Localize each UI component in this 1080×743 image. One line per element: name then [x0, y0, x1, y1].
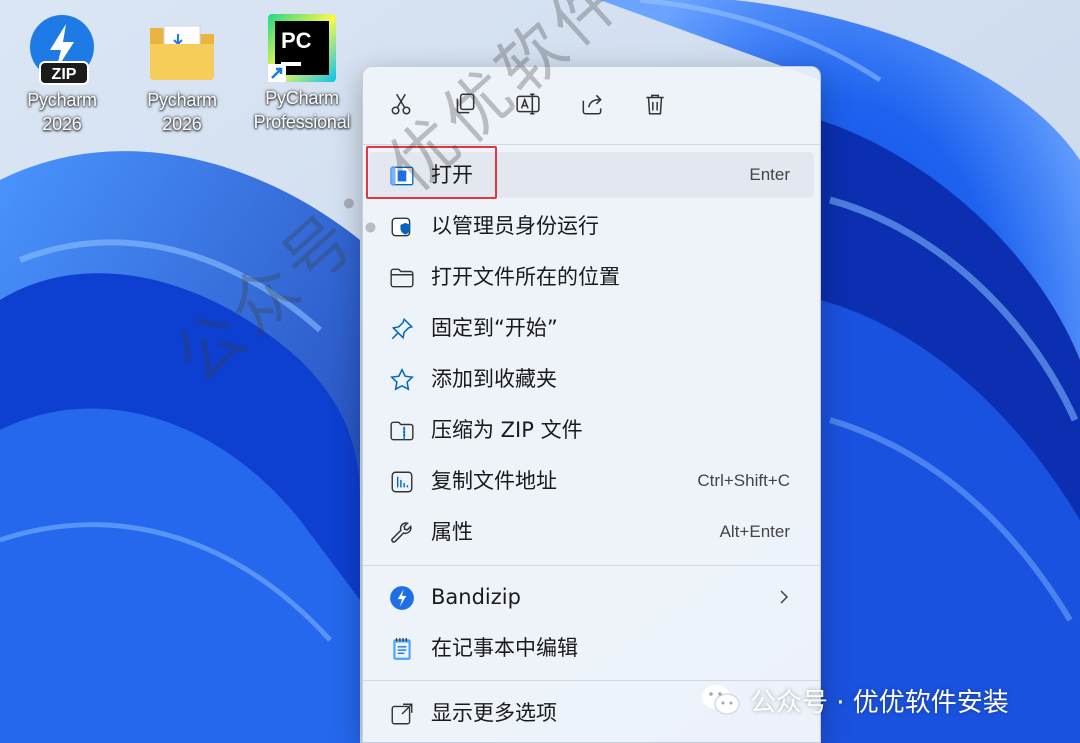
menu-item-label: 显示更多选项 [431, 701, 557, 725]
menu-item-label: 压缩为 ZIP 文件 [431, 418, 583, 442]
watermark-bottom: 公众号 · 优优软件安装 [700, 680, 1009, 720]
rename-icon [516, 93, 540, 115]
menu-item-shortcut: Ctrl+Shift+C [697, 471, 790, 490]
desktop-icon-label: PyCharm Professional [253, 88, 351, 132]
desktop-icon-label: Pycharm 2026 [147, 90, 217, 134]
desktop-icon-pycharm-folder[interactable]: Pycharm 2026 [127, 14, 237, 136]
svg-text:PC: PC [281, 28, 312, 53]
desktop-icon-pycharm-professional[interactable]: PC PyCharm Professional [247, 12, 357, 134]
copy-button[interactable] [448, 87, 482, 121]
menu-item-label: 以管理员身份运行 [431, 214, 599, 238]
chevron-right-icon [780, 590, 789, 604]
star-icon [389, 367, 415, 393]
bandizip-archive-icon: ZIP [26, 14, 98, 86]
menu-item-shortcut: Enter [749, 165, 790, 184]
separator [363, 565, 820, 566]
delete-button[interactable] [638, 87, 672, 121]
zip-folder-icon [389, 418, 415, 444]
watermark-bottom-text: 公众号 · 优优软件安装 [750, 687, 1009, 718]
menu-item-add-to-favorites[interactable]: 添加到收藏夹 [369, 356, 814, 402]
bandizip-icon [389, 585, 415, 611]
delete-icon [646, 94, 664, 115]
rename-button[interactable] [511, 87, 545, 121]
menu-item-label: 属性 [431, 520, 473, 544]
share-button[interactable] [575, 87, 609, 121]
copy-icon [456, 93, 475, 114]
copy-path-icon [389, 469, 415, 495]
menu-item-label: 在记事本中编辑 [431, 636, 578, 660]
menu-item-edit-in-notepad[interactable]: 在记事本中编辑 [369, 625, 814, 671]
wrench-icon [389, 520, 415, 546]
more-options-icon [389, 701, 415, 727]
menu-item-compress-zip[interactable]: 压缩为 ZIP 文件 [369, 407, 814, 453]
share-icon [582, 94, 602, 115]
menu-item-label: 固定到“开始” [431, 316, 558, 340]
svg-text:ZIP: ZIP [52, 66, 77, 83]
menu-item-run-as-admin[interactable]: 以管理员身份运行 [369, 203, 814, 249]
pin-icon [389, 316, 415, 342]
menu-item-label: 打开文件所在的位置 [431, 265, 620, 289]
desktop-icon-label: Pycharm 2026 [27, 90, 97, 134]
pycharm-shortcut-icon: PC [266, 12, 338, 84]
highlight-annotation-box [366, 146, 497, 199]
notepad-icon [389, 636, 415, 662]
cut-icon [391, 93, 411, 115]
folder-outline-icon [389, 265, 415, 291]
menu-item-label: 添加到收藏夹 [431, 367, 557, 391]
wechat-icon [702, 685, 740, 715]
menu-item-bandizip[interactable]: Bandizip [369, 574, 814, 620]
menu-item-pin-to-start[interactable]: 固定到“开始” [369, 305, 814, 351]
menu-item-copy-path[interactable]: 复制文件地址 Ctrl+Shift+C [369, 458, 814, 504]
menu-item-label: Bandizip [431, 585, 521, 609]
menu-item-shortcut: Alt+Enter [719, 522, 790, 541]
menu-item-properties[interactable]: 属性 Alt+Enter [369, 509, 814, 555]
folder-icon [146, 14, 218, 86]
quick-actions-bar [363, 67, 820, 143]
desktop-icon-pycharm-zip[interactable]: ZIP Pycharm 2026 [7, 14, 117, 136]
cut-button[interactable] [384, 87, 418, 121]
admin-shield-icon [389, 214, 415, 240]
menu-item-label: 复制文件地址 [431, 469, 557, 493]
separator [363, 144, 820, 145]
menu-item-open-file-location[interactable]: 打开文件所在的位置 [369, 254, 814, 300]
